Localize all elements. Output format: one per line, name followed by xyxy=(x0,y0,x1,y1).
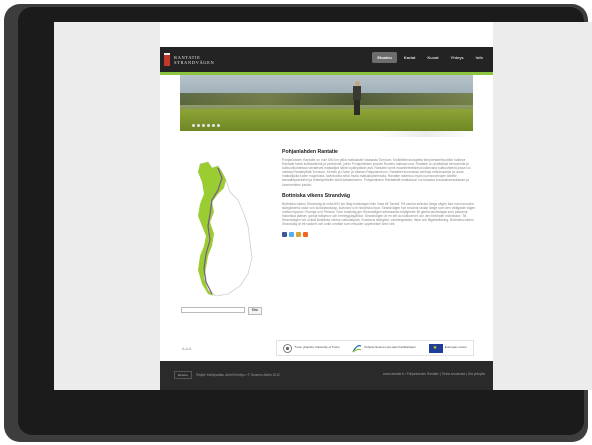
partner-eu-label: Euroopan unioni xyxy=(444,345,467,350)
footer-links[interactable]: www.rantatie.fi • Pohjanlahden Rantatie … xyxy=(383,372,485,376)
facebook-icon[interactable] xyxy=(282,232,287,238)
web-page: RANTATIE STRANDVÄGEN Etusivu Kartat Kuva… xyxy=(160,22,493,390)
hero-field xyxy=(180,109,473,131)
nav-item-kuvat[interactable]: Kuvat xyxy=(422,52,443,63)
site-header: RANTATIE STRANDVÄGEN Etusivu Kartat Kuva… xyxy=(160,47,493,72)
logo-line-2: STRANDVÄGEN xyxy=(174,59,215,65)
twitter-icon[interactable] xyxy=(289,232,294,238)
slider-dot[interactable] xyxy=(192,124,195,127)
email-icon[interactable] xyxy=(296,232,301,238)
main-nav: Etusivu Kartat Kuvat Yhteys Info xyxy=(372,52,488,63)
search-box: Etsi xyxy=(181,307,262,315)
ely-logo-icon xyxy=(352,344,362,352)
main-content: Pohjanlahden Rantatie Pohjanlahden Ranta… xyxy=(282,149,477,238)
hero-person xyxy=(352,81,362,115)
section-title: Pohjanlahden Rantatie xyxy=(282,149,338,155)
eu-flag-icon xyxy=(428,343,443,353)
utu-seal-icon xyxy=(283,343,293,353)
partner-eu[interactable]: Euroopan unioni xyxy=(428,343,467,353)
search-input[interactable] xyxy=(181,307,245,313)
hero-image xyxy=(180,75,473,131)
hero-person-body xyxy=(353,86,361,100)
logo-mark-icon xyxy=(164,53,170,66)
nav-item-etusivu[interactable]: Etusivu xyxy=(372,52,397,63)
footer-left: Etusivu Tekijät: Kehitysatlas, Antell Ke… xyxy=(174,371,280,379)
monitor-bezel: RANTATIE STRANDVÄGEN Etusivu Kartat Kuva… xyxy=(4,4,592,442)
section-body: Pohjanlahden Rantatie on noin 600 km pit… xyxy=(282,158,471,187)
site-logo[interactable]: RANTATIE STRANDVÄGEN xyxy=(164,53,214,66)
monitor-inner: RANTATIE STRANDVÄGEN Etusivu Kartat Kuva… xyxy=(18,7,592,435)
hero-shadow xyxy=(375,131,475,137)
nav-item-yhteys[interactable]: Yhteys xyxy=(446,52,469,63)
slider-dot[interactable] xyxy=(212,124,215,127)
hero-treeline xyxy=(180,93,473,105)
slider-dot[interactable] xyxy=(202,124,205,127)
finland-map[interactable] xyxy=(188,156,258,302)
footer-home-button[interactable]: Etusivu xyxy=(174,371,192,379)
nav-item-info[interactable]: Info xyxy=(471,52,488,63)
share-buttons xyxy=(282,232,477,238)
footer-credits: Tekijät: Kehitysatlas, Antell Kehitys • … xyxy=(195,373,280,377)
partner-utu-label: Turun yliopisto University of Turku xyxy=(294,345,340,350)
section-title: Bottniska vikens Strandväg xyxy=(282,192,351,199)
partner-ely[interactable]: Pohjois-Suomen ja Lapin Kehittämisen xyxy=(352,344,416,353)
partner-logos: Turun yliopisto University of Turku Pohj… xyxy=(276,340,474,356)
slider-dots xyxy=(192,124,220,127)
nav-item-kartat[interactable]: Kartat xyxy=(399,52,421,63)
logo-text: RANTATIE STRANDVÄGEN xyxy=(174,55,214,65)
browser-viewport: RANTATIE STRANDVÄGEN Etusivu Kartat Kuva… xyxy=(54,22,592,390)
section-body: Bottniska vikens Strandväg är cirka 600 … xyxy=(282,201,476,227)
partner-utu[interactable]: Turun yliopisto University of Turku xyxy=(283,343,340,353)
search-button[interactable]: Etsi xyxy=(248,307,262,315)
slider-dot[interactable] xyxy=(217,124,220,127)
partner-ely-label: Pohjois-Suomen ja Lapin Kehittämisen xyxy=(364,345,416,350)
slider-dot[interactable] xyxy=(207,124,210,127)
hero-person-legs xyxy=(354,100,360,115)
font-size-controls[interactable]: A A A xyxy=(182,346,191,351)
rss-icon[interactable] xyxy=(303,232,308,238)
slider-dot[interactable] xyxy=(197,124,200,127)
